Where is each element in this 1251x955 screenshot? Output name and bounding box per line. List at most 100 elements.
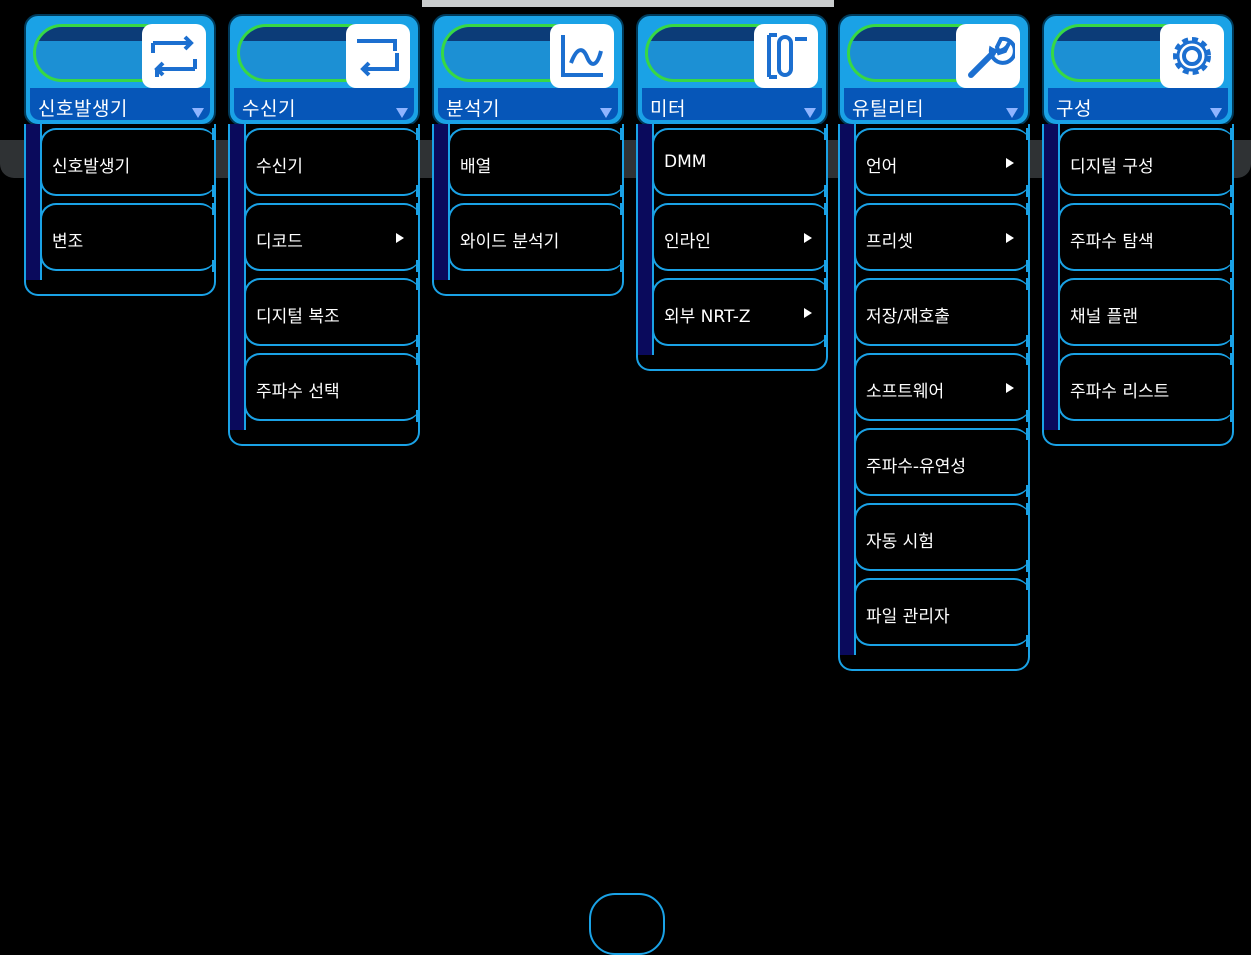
swap-arrows-icon — [142, 24, 206, 88]
menu-item-label: 신호발생기 — [52, 157, 131, 177]
menu-item-notch — [1230, 410, 1232, 422]
menu-dropdown-5: 디지털 구성주파수 탐색채널 플랜주파수 리스트 — [1042, 124, 1234, 446]
menu-item-label: 주파수 탐색 — [1070, 232, 1154, 252]
menu-item-label: 저장/재호출 — [866, 307, 950, 327]
dropdown-tail — [26, 274, 214, 296]
menu-item-notch — [212, 260, 214, 272]
dropdown-triangle-icon — [600, 108, 612, 118]
menu-item-notch — [1026, 560, 1028, 572]
menu-item-notch — [416, 335, 418, 347]
menu-title: 유틸리티 — [852, 98, 924, 120]
menu-item-notch — [1230, 260, 1232, 272]
menu-item-label: 주파수-유연성 — [866, 457, 966, 477]
menu-item-label: 수신기 — [256, 157, 303, 177]
meter-icon — [754, 24, 818, 88]
menu-item-label: 디코드 — [256, 232, 303, 252]
menu-dropdown-4: 언어프리셋저장/재호출소프트웨어주파수-유연성자동 시험파일 관리자 — [838, 124, 1030, 671]
menu-title: 신호발생기 — [38, 98, 128, 120]
menu-item-notch — [1230, 335, 1232, 347]
menu-item[interactable]: 소프트웨어 — [854, 349, 1030, 424]
waveform-icon — [550, 24, 614, 88]
menu-item-label: 주파수 리스트 — [1070, 382, 1170, 402]
menu-item-label: 소프트웨어 — [866, 382, 945, 402]
menu-item[interactable]: 인라인 — [652, 199, 828, 274]
menu-item[interactable]: 수신기 — [244, 124, 420, 199]
menu-item-notch — [212, 128, 214, 140]
menu-header-2[interactable]: 분석기 — [432, 14, 624, 126]
menu-item-notch — [212, 203, 214, 215]
menu-title: 수신기 — [242, 98, 296, 120]
menu-item-notch — [1026, 128, 1028, 140]
menu-item-label: 디지털 복조 — [256, 307, 340, 327]
menu-item-notch — [1026, 260, 1028, 272]
menu-item-notch — [416, 410, 418, 422]
menu-item-notch — [1026, 503, 1028, 515]
menu-item[interactable]: 외부 NRT-Z — [652, 274, 828, 349]
menu-item[interactable]: 신호발생기 — [40, 124, 216, 199]
menu-item-notch — [1230, 128, 1232, 140]
menu-item-notch — [1026, 428, 1028, 440]
wrench-icon — [956, 24, 1020, 88]
dropdown-triangle-icon — [1006, 108, 1018, 118]
menu-item-notch — [824, 128, 826, 140]
menu-item[interactable]: 디지털 복조 — [244, 274, 420, 349]
menu-item[interactable]: 변조 — [40, 199, 216, 274]
submenu-arrow-icon — [804, 308, 812, 318]
menu-header-5[interactable]: 구성 — [1042, 14, 1234, 126]
menu-item-notch — [1026, 185, 1028, 197]
menu-item-label: 주파수 선택 — [256, 382, 340, 402]
menu-item-notch — [620, 185, 622, 197]
menu-item-notch — [416, 128, 418, 140]
menu-item-label: DMM — [664, 152, 707, 172]
menu-item[interactable]: 주파수 탐색 — [1058, 199, 1234, 274]
dropdown-triangle-icon — [192, 108, 204, 118]
menu-item-label: 파일 관리자 — [866, 607, 950, 627]
menu-item-notch — [1230, 353, 1232, 365]
dropdown-triangle-icon — [804, 108, 816, 118]
menu-item[interactable]: 프리셋 — [854, 199, 1030, 274]
menu-dropdown-0: 신호발생기변조 — [24, 124, 216, 296]
menu-item[interactable]: 와이드 분석기 — [448, 199, 624, 274]
menu-item-notch — [1026, 410, 1028, 422]
submenu-arrow-icon — [1006, 383, 1014, 393]
menu-item-label: 프리셋 — [866, 232, 913, 252]
menu-item[interactable]: 자동 시험 — [854, 499, 1030, 574]
menu-item[interactable]: 디코드 — [244, 199, 420, 274]
menu-item-label: 자동 시험 — [866, 532, 934, 552]
menu-header-3[interactable]: 미터 — [636, 14, 828, 126]
receive-arrows-icon — [346, 24, 410, 88]
menu-item-notch — [416, 185, 418, 197]
dropdown-triangle-icon — [396, 108, 408, 118]
menu-item-notch — [1026, 335, 1028, 347]
menu-item-notch — [620, 203, 622, 215]
menu-item-notch — [1230, 185, 1232, 197]
home-button[interactable] — [589, 893, 665, 955]
menu-header-0[interactable]: 신호발생기 — [24, 14, 216, 126]
menu-item[interactable]: 주파수 선택 — [244, 349, 420, 424]
menu-header-1[interactable]: 수신기 — [228, 14, 420, 126]
top-highlight-strip — [422, 0, 834, 7]
menu-item[interactable]: DMM — [652, 124, 828, 199]
menu-item-notch — [824, 278, 826, 290]
menu-item-notch — [212, 185, 214, 197]
menu-item-notch — [1026, 578, 1028, 590]
dropdown-tail — [840, 649, 1028, 671]
menu-item-notch — [1026, 635, 1028, 647]
menu-item[interactable]: 저장/재호출 — [854, 274, 1030, 349]
menu-item-notch — [416, 260, 418, 272]
menu-item[interactable]: 주파수 리스트 — [1058, 349, 1234, 424]
menu-item[interactable]: 주파수-유연성 — [854, 424, 1030, 499]
menu-item-notch — [416, 353, 418, 365]
dropdown-tail — [230, 424, 418, 446]
menu-header-4[interactable]: 유틸리티 — [838, 14, 1030, 126]
menu-dropdown-2: 배열 와이드 분석기 — [432, 124, 624, 296]
menu-item-notch — [824, 335, 826, 347]
menu-item-notch — [416, 278, 418, 290]
menu-item[interactable]: 파일 관리자 — [854, 574, 1030, 649]
menu-item[interactable]: 언어 — [854, 124, 1030, 199]
menu-item-notch — [620, 128, 622, 140]
menu-item[interactable]: 채널 플랜 — [1058, 274, 1234, 349]
menu-item[interactable]: 배열 — [448, 124, 624, 199]
menu-item[interactable]: 디지털 구성 — [1058, 124, 1234, 199]
menu-item-label: 언어 — [866, 157, 898, 177]
